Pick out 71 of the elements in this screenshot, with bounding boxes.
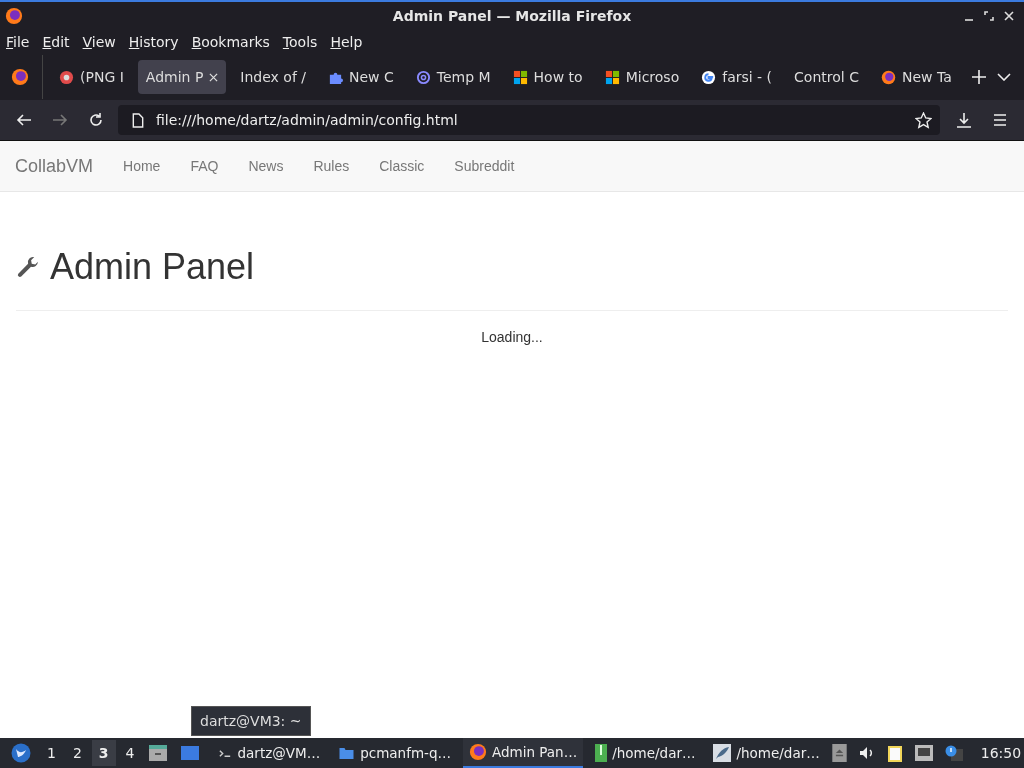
taskbar-button[interactable]: dartz@VM…	[211, 738, 327, 768]
browser-tab[interactable]: Microso	[596, 60, 688, 94]
four-squares-icon	[512, 69, 528, 85]
menu-item[interactable]: Bookmarks	[191, 33, 270, 50]
close-button[interactable]	[1004, 10, 1014, 21]
g-logo-icon	[701, 69, 717, 85]
menu-item[interactable]: History	[128, 33, 179, 50]
download-icon[interactable]	[956, 112, 972, 128]
update-notice-icon[interactable]	[944, 745, 963, 761]
browser-tab[interactable]: New C	[320, 60, 402, 94]
nav-link[interactable]: FAQ	[190, 158, 219, 174]
network-icon[interactable]	[914, 745, 933, 761]
file-cabinet-icon[interactable]	[147, 743, 168, 763]
nav-link[interactable]: News	[248, 158, 284, 174]
clock: 16:50	[980, 745, 1022, 761]
desktop-switch[interactable]: 2	[65, 740, 89, 766]
firefox-icon	[880, 69, 896, 85]
firefox-icon[interactable]	[11, 68, 29, 86]
reload-icon[interactable]	[88, 112, 104, 128]
close-tab-icon[interactable]	[209, 72, 219, 82]
taskbar-button[interactable]: /home/dar…	[589, 738, 702, 768]
nav-link[interactable]: Rules	[313, 158, 350, 174]
browser-tab[interactable]: How to	[504, 60, 591, 94]
back-icon[interactable]	[16, 112, 32, 128]
desktop-switch[interactable]: 1	[40, 740, 63, 766]
maximize-button[interactable]	[984, 10, 994, 21]
browser-tab[interactable]: New Ta	[872, 60, 960, 94]
address-bar[interactable]: file:///home/dartz/admin/admin/config.html	[118, 105, 940, 135]
loading-text: Loading...	[480, 329, 544, 345]
feather-icon	[713, 744, 732, 762]
browser-tab[interactable]: (PNG I	[51, 60, 132, 94]
menu-item[interactable]: Edit	[42, 33, 70, 50]
desktop-switch[interactable]: 4	[118, 740, 142, 766]
tab-favicon-icon	[59, 69, 74, 85]
menu-icon[interactable]	[992, 112, 1008, 128]
browser-tab[interactable]: Temp M	[407, 60, 499, 94]
forward-icon[interactable]	[52, 112, 68, 128]
eject-icon[interactable]	[831, 744, 847, 762]
menu-item[interactable]: Help	[330, 33, 363, 50]
archive-icon	[595, 744, 608, 762]
browser-tab[interactable]: Admin P	[137, 60, 227, 94]
browser-tab[interactable]: farsi - (	[693, 60, 781, 94]
menu-item[interactable]: View	[82, 33, 116, 50]
page-icon	[132, 112, 144, 128]
star-icon[interactable]	[915, 111, 932, 129]
wrench-icon	[16, 254, 41, 280]
nav-link[interactable]: Home	[123, 158, 161, 174]
menu-item[interactable]: Tools	[282, 33, 318, 50]
firefox-icon	[5, 6, 23, 25]
browser-tab[interactable]: Control C	[786, 60, 867, 94]
desktop-switch[interactable]: 3	[91, 740, 116, 766]
tooltip: dartz@VM3: ~	[191, 706, 311, 736]
firefox-icon	[469, 743, 487, 761]
tab-list-icon[interactable]	[997, 73, 1011, 81]
menu-item[interactable]: File	[6, 33, 30, 50]
taskbar-button[interactable]: Admin Pan…	[463, 738, 584, 768]
start-menu-icon[interactable]	[11, 743, 31, 763]
site-brand[interactable]: CollabVM	[0, 155, 109, 177]
page-heading: Admin Panel	[50, 246, 255, 288]
desktop-icon[interactable]	[179, 743, 200, 763]
taskbar-button[interactable]: /home/dar…	[707, 738, 826, 768]
window-title: Admin Panel — Mozilla Firefox	[392, 7, 632, 24]
new-tab-icon[interactable]	[971, 70, 986, 84]
nav-link[interactable]: Subreddit	[454, 158, 515, 174]
folder-icon	[338, 745, 356, 761]
browser-tab[interactable]: Index of /	[232, 60, 314, 94]
four-squares-icon	[604, 69, 620, 85]
taskbar-button[interactable]: pcmanfm-q…	[332, 738, 457, 768]
clipboard-icon[interactable]	[886, 744, 903, 762]
speaker-icon[interactable]	[858, 745, 875, 761]
nav-link[interactable]: Classic	[379, 158, 425, 174]
